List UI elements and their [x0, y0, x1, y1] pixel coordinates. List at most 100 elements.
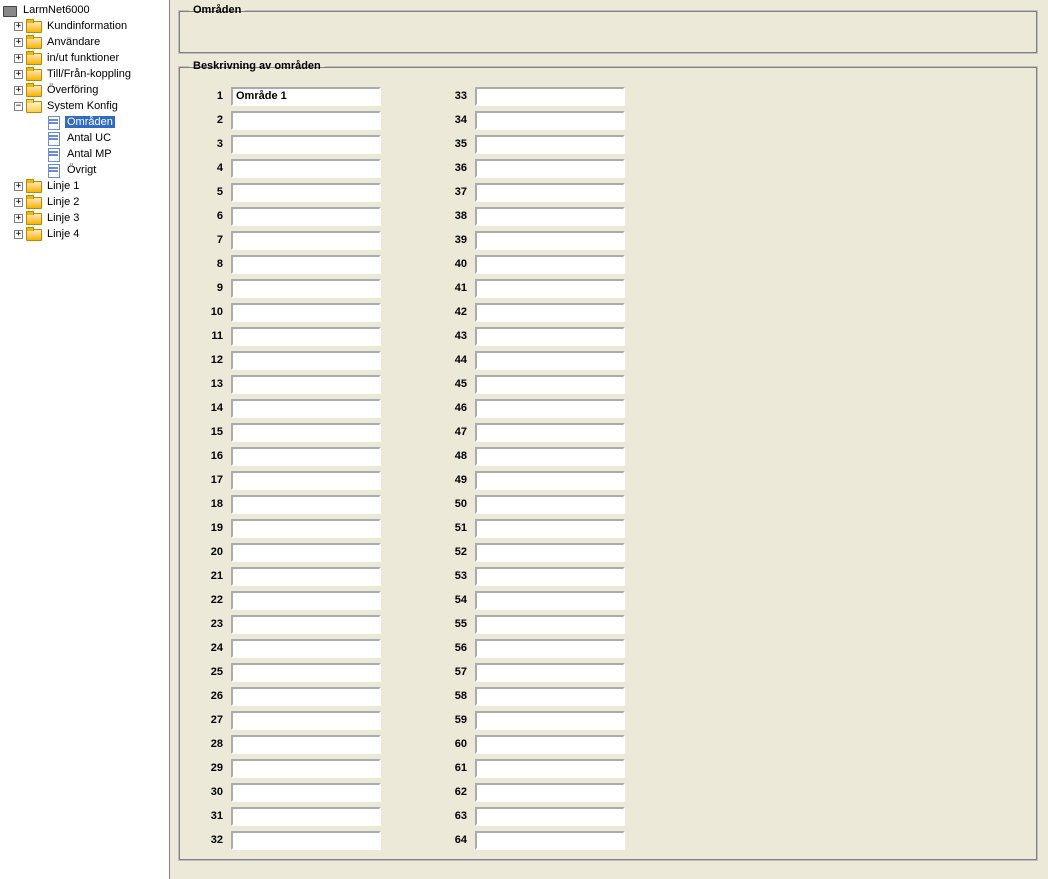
- tree-item[interactable]: + Linje 4: [0, 226, 169, 242]
- area-description-input[interactable]: [231, 663, 381, 682]
- expand-icon[interactable]: +: [14, 38, 23, 47]
- area-description-input[interactable]: [231, 567, 381, 586]
- area-description-input[interactable]: [475, 759, 625, 778]
- tree-item[interactable]: −System Konfig: [0, 98, 169, 114]
- tree-item[interactable]: +Linje 3: [0, 210, 169, 226]
- expand-icon[interactable]: +: [14, 22, 23, 31]
- area-description-input[interactable]: [475, 447, 625, 466]
- tree-item[interactable]: +Linje 2: [0, 194, 169, 210]
- open-folder-icon: [26, 100, 42, 113]
- area-description-input[interactable]: [475, 663, 625, 682]
- tree-item[interactable]: Övrigt: [0, 162, 169, 178]
- tree-item[interactable]: +Linje 1: [0, 178, 169, 194]
- area-description-input[interactable]: [231, 183, 381, 202]
- area-description-input[interactable]: [475, 231, 625, 250]
- area-description-input[interactable]: [475, 687, 625, 706]
- area-description-input[interactable]: [475, 303, 625, 322]
- area-description-input[interactable]: [475, 519, 625, 538]
- area-description-input[interactable]: [231, 807, 381, 826]
- area-description-input[interactable]: [231, 87, 381, 106]
- collapse-icon[interactable]: −: [14, 102, 23, 111]
- tree-item[interactable]: Antal MP: [0, 146, 169, 162]
- area-description-input[interactable]: [231, 111, 381, 130]
- tree-root-item[interactable]: LarmNet6000: [0, 2, 169, 18]
- area-description-input[interactable]: [475, 639, 625, 658]
- area-description-input[interactable]: [475, 399, 625, 418]
- area-description-input[interactable]: [231, 495, 381, 514]
- folder-icon: [26, 212, 42, 225]
- area-description-input[interactable]: [231, 687, 381, 706]
- area-description-input[interactable]: [231, 375, 381, 394]
- area-description-input[interactable]: [231, 231, 381, 250]
- area-description-input[interactable]: [231, 255, 381, 274]
- area-description-input[interactable]: [475, 591, 625, 610]
- area-description-input[interactable]: [475, 375, 625, 394]
- tree-item[interactable]: +Användare: [0, 34, 169, 50]
- area-description-input[interactable]: [231, 759, 381, 778]
- area-description-input[interactable]: [231, 303, 381, 322]
- area-description-input[interactable]: [231, 159, 381, 178]
- area-row: 9: [197, 276, 381, 300]
- tree-spacer: [32, 166, 43, 175]
- area-description-input[interactable]: [475, 183, 625, 202]
- area-description-input[interactable]: [231, 831, 381, 850]
- navigation-tree[interactable]: LarmNet6000+Kundinformation+Användare+in…: [0, 0, 170, 879]
- area-description-input[interactable]: [475, 327, 625, 346]
- area-description-input[interactable]: [475, 543, 625, 562]
- area-description-input[interactable]: [231, 471, 381, 490]
- expand-icon[interactable]: +: [14, 230, 23, 239]
- area-description-input[interactable]: [475, 111, 625, 130]
- area-description-input[interactable]: [475, 471, 625, 490]
- area-description-input[interactable]: [475, 87, 625, 106]
- tree-item[interactable]: Antal UC: [0, 130, 169, 146]
- tree-item[interactable]: +Kundinformation: [0, 18, 169, 34]
- area-description-input[interactable]: [475, 615, 625, 634]
- area-description-input[interactable]: [475, 735, 625, 754]
- area-row: 51: [441, 516, 625, 540]
- tree-spacer: [32, 150, 43, 159]
- area-description-input[interactable]: [475, 351, 625, 370]
- area-row: 44: [441, 348, 625, 372]
- area-description-input[interactable]: [475, 711, 625, 730]
- area-description-input[interactable]: [475, 423, 625, 442]
- tree-item[interactable]: +Till/Från-koppling: [0, 66, 169, 82]
- expand-icon[interactable]: +: [14, 198, 23, 207]
- area-description-input[interactable]: [231, 447, 381, 466]
- area-description-input[interactable]: [231, 399, 381, 418]
- area-description-input[interactable]: [231, 783, 381, 802]
- area-description-input[interactable]: [231, 711, 381, 730]
- area-description-input[interactable]: [231, 423, 381, 442]
- area-description-input[interactable]: [231, 351, 381, 370]
- area-description-input[interactable]: [231, 639, 381, 658]
- area-description-input[interactable]: [475, 807, 625, 826]
- tree-item-label: Linje 4: [45, 228, 81, 240]
- expand-icon[interactable]: +: [14, 54, 23, 63]
- area-description-input[interactable]: [231, 615, 381, 634]
- area-description-input[interactable]: [475, 255, 625, 274]
- expand-icon[interactable]: +: [14, 214, 23, 223]
- area-description-input[interactable]: [231, 735, 381, 754]
- area-description-input[interactable]: [475, 831, 625, 850]
- area-description-input[interactable]: [231, 135, 381, 154]
- expand-icon[interactable]: +: [14, 86, 23, 95]
- area-description-input[interactable]: [231, 327, 381, 346]
- expand-icon[interactable]: +: [14, 182, 23, 191]
- tree-item[interactable]: Områden: [0, 114, 169, 130]
- area-number-label: 20: [197, 546, 223, 558]
- area-description-input[interactable]: [231, 279, 381, 298]
- area-description-input[interactable]: [231, 543, 381, 562]
- tree-item[interactable]: +Överföring: [0, 82, 169, 98]
- area-description-input[interactable]: [475, 495, 625, 514]
- expand-icon[interactable]: +: [14, 70, 23, 79]
- tree-item[interactable]: +in/ut funktioner: [0, 50, 169, 66]
- area-description-input[interactable]: [475, 135, 625, 154]
- area-description-input[interactable]: [475, 567, 625, 586]
- area-description-input[interactable]: [475, 783, 625, 802]
- area-description-input[interactable]: [231, 519, 381, 538]
- area-description-input[interactable]: [231, 591, 381, 610]
- area-description-input[interactable]: [475, 159, 625, 178]
- area-description-input[interactable]: [475, 279, 625, 298]
- area-description-input[interactable]: [231, 207, 381, 226]
- area-description-input[interactable]: [475, 207, 625, 226]
- folder-icon: [26, 196, 42, 209]
